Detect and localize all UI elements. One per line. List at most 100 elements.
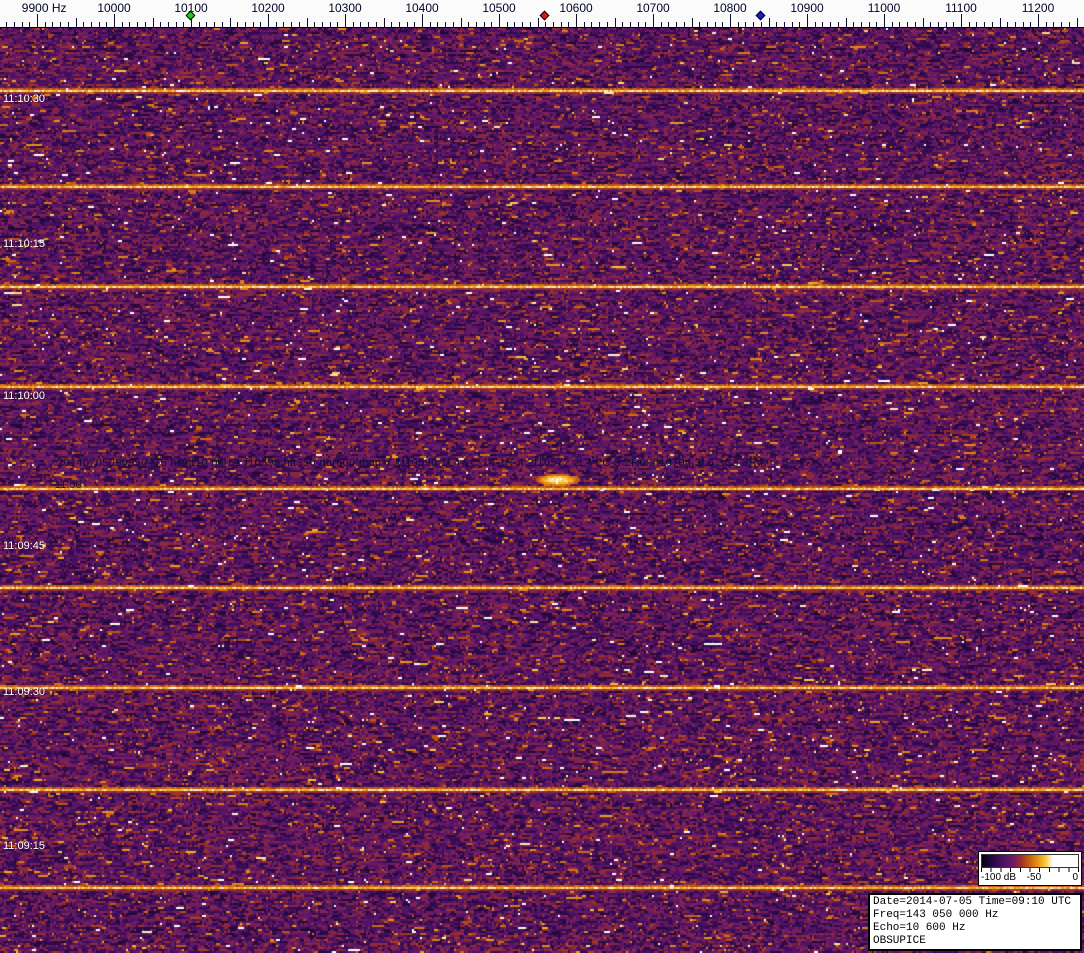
- ruler-tick: [214, 22, 215, 27]
- ruler-tick: [522, 22, 523, 27]
- ruler-tick: [884, 14, 885, 27]
- ruler-tick: [769, 18, 770, 27]
- time-axis-label: 11:10:00: [3, 390, 45, 402]
- ruler-tick: [699, 22, 700, 27]
- ruler-tick: [322, 22, 323, 27]
- ruler-tick: [29, 22, 30, 27]
- ruler-tick: [407, 22, 408, 27]
- ruler-tick: [653, 14, 654, 27]
- ruler-tick: [160, 22, 161, 27]
- info-date-time: Date=2014-07-05 Time=09:10 UTC: [873, 896, 1077, 909]
- event-time-label: 11:50: [55, 479, 82, 491]
- ruler-tick: [584, 22, 585, 27]
- ruler-tick: [822, 22, 823, 27]
- ruler-tick: [60, 22, 61, 27]
- ruler-tick: [668, 22, 669, 27]
- ruler-tick: [599, 22, 600, 27]
- ruler-tick: [630, 22, 631, 27]
- ruler-tick: [22, 22, 23, 27]
- ruler-tick: [722, 22, 723, 27]
- ruler-tick: [437, 22, 438, 27]
- ruler-tick: [553, 22, 554, 27]
- ruler-tick: [738, 22, 739, 27]
- ruler-tick: [106, 22, 107, 27]
- ruler-tick: [183, 22, 184, 27]
- ruler-tick: [707, 22, 708, 27]
- ruler-tick: [992, 22, 993, 27]
- ruler-tick: [761, 22, 762, 27]
- ruler-frequency-label: 10000: [97, 1, 130, 15]
- ruler-tick: [638, 22, 639, 27]
- ruler-tick: [6, 22, 7, 27]
- ruler-tick: [514, 22, 515, 27]
- time-axis-label: 11:09:45: [3, 540, 45, 552]
- ruler-tick: [568, 22, 569, 27]
- ruler-tick: [222, 22, 223, 27]
- ruler-tick: [745, 22, 746, 27]
- ruler-tick: [399, 22, 400, 27]
- ruler-tick: [976, 22, 977, 27]
- ruler-tick: [176, 22, 177, 27]
- ruler-tick: [499, 14, 500, 27]
- detection-annotation: 20140705090950476 hCnt10 nb-81 f10593 hi…: [57, 457, 764, 469]
- ruler-tick: [384, 18, 385, 27]
- legend-max-label: 0: [1072, 872, 1078, 883]
- ruler-tick: [792, 22, 793, 27]
- ruler-tick: [199, 22, 200, 27]
- ruler-frequency-label: 9900 Hz: [22, 1, 67, 15]
- ruler-tick: [129, 22, 130, 27]
- ruler-tick: [869, 22, 870, 27]
- ruler-tick: [291, 22, 292, 27]
- ruler-tick: [923, 18, 924, 27]
- ruler-tick: [145, 22, 146, 27]
- ruler-tick: [1069, 22, 1070, 27]
- ruler-tick: [1038, 14, 1039, 27]
- ruler-tick: [453, 22, 454, 27]
- ruler-tick: [615, 18, 616, 27]
- ruler-frequency-label: 11000: [868, 1, 900, 15]
- marker-diamond-red[interactable]: [540, 11, 550, 21]
- ruler-tick: [45, 22, 46, 27]
- ruler-tick: [461, 18, 462, 27]
- ruler-tick: [245, 22, 246, 27]
- ruler-tick: [345, 14, 346, 27]
- ruler-tick: [283, 22, 284, 27]
- ruler-tick: [330, 22, 331, 27]
- ruler-tick: [645, 22, 646, 27]
- ruler-tick: [684, 22, 685, 27]
- ruler-tick: [153, 18, 154, 27]
- ruler-tick: [337, 22, 338, 27]
- ruler-frequency-label: 10900: [790, 1, 823, 15]
- ruler-tick: [99, 22, 100, 27]
- ruler-tick: [892, 22, 893, 27]
- ruler-tick: [961, 14, 962, 27]
- ruler-tick: [414, 22, 415, 27]
- ruler-tick: [491, 22, 492, 27]
- ruler-frequency-label: 11200: [1022, 1, 1054, 15]
- ruler-tick: [876, 22, 877, 27]
- legend-mid-label: -50: [1027, 872, 1041, 883]
- ruler-tick: [1077, 18, 1078, 27]
- ruler-tick: [445, 22, 446, 27]
- waterfall-display: 20140705090950476 hCnt10 nb-81 f10593 hi…: [0, 28, 1084, 953]
- ruler-tick: [314, 22, 315, 27]
- ruler-tick: [861, 22, 862, 27]
- ruler-tick: [984, 22, 985, 27]
- time-axis-label: 11:09:30: [3, 686, 45, 698]
- ruler-tick: [946, 22, 947, 27]
- ruler-frequency-label: 10700: [636, 1, 669, 15]
- ruler-tick: [953, 22, 954, 27]
- frequency-ruler: 9900 Hz100001010010200103001040010500106…: [0, 0, 1084, 28]
- ruler-tick: [83, 22, 84, 27]
- ruler-tick: [915, 22, 916, 27]
- ruler-tick: [784, 22, 785, 27]
- ruler-tick: [591, 22, 592, 27]
- ruler-tick: [237, 22, 238, 27]
- time-axis-label: 11:09:15: [3, 840, 45, 852]
- ruler-tick: [576, 14, 577, 27]
- time-axis-label: 11:10:30: [3, 93, 45, 105]
- ruler-frequency-label: 10500: [482, 1, 515, 15]
- marker-diamond-blue[interactable]: [755, 11, 765, 21]
- ruler-tick: [661, 22, 662, 27]
- time-axis-label: 11:10:15: [3, 238, 45, 250]
